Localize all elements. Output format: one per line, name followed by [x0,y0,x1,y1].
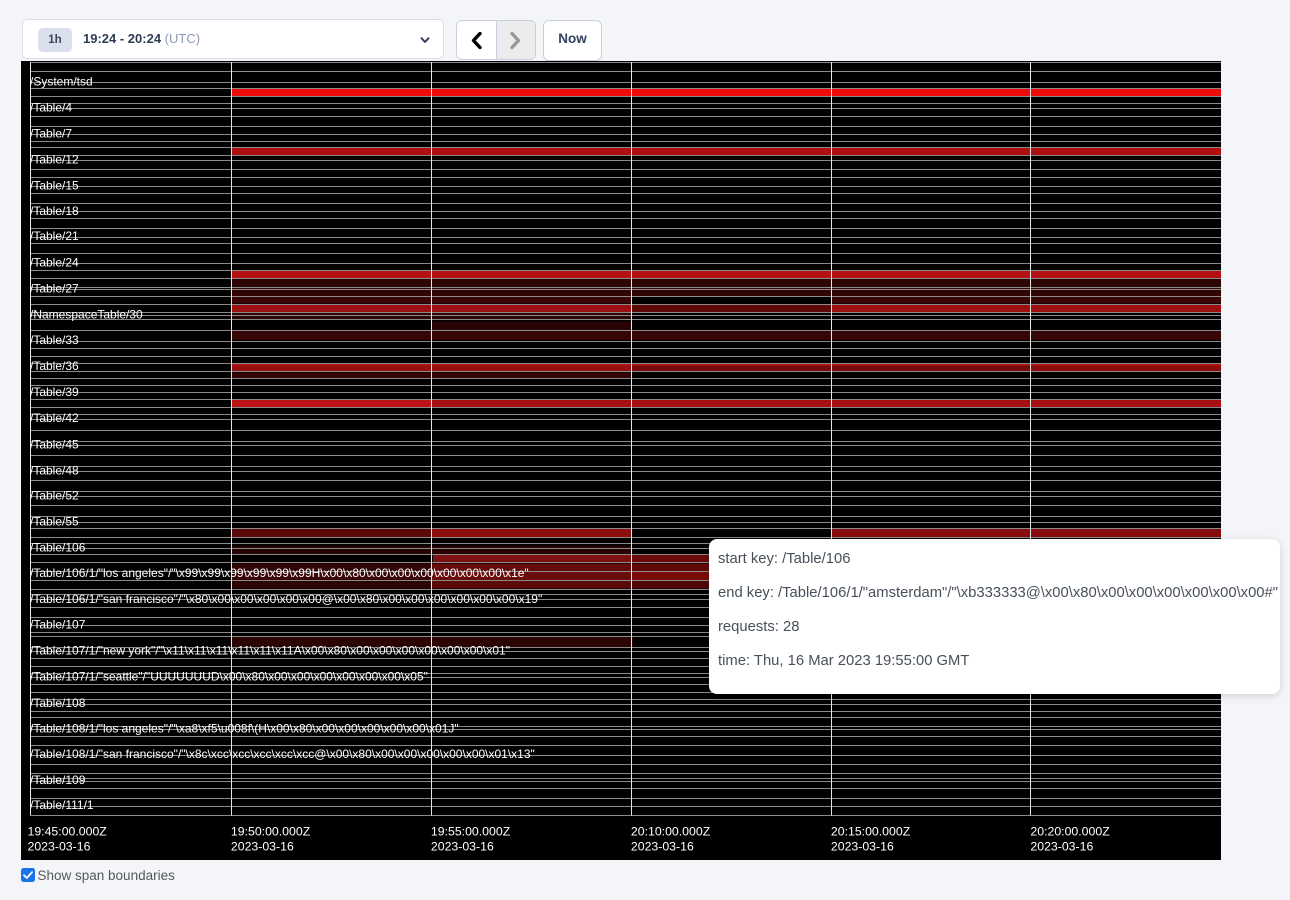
svg-text:/Table/107/1/"new york"/"\x11\: /Table/107/1/"new york"/"\x11\x11\x11\x1… [30,644,510,658]
svg-text:20:10:00.000Z: 20:10:00.000Z [631,825,711,839]
svg-text:/Table/21: /Table/21 [30,229,79,243]
svg-text:19:45:00.000Z: 19:45:00.000Z [28,825,108,839]
svg-text:/Table/106: /Table/106 [30,541,86,555]
svg-text:/Table/45: /Table/45 [30,438,79,452]
svg-text:/Table/15: /Table/15 [30,179,79,193]
svg-text:2023-03-16: 2023-03-16 [1030,840,1093,854]
svg-text:/Table/111/1: /Table/111/1 [30,798,94,812]
svg-text:/Table/107: /Table/107 [30,618,86,632]
svg-text:/Table/48: /Table/48 [30,464,79,478]
svg-text:/System/tsd: /System/tsd [30,75,93,89]
svg-text:2023-03-16: 2023-03-16 [431,840,494,854]
svg-text:20:20:00.000Z: 20:20:00.000Z [1030,825,1110,839]
svg-text:/Table/24: /Table/24 [30,256,79,270]
svg-text:2023-03-16: 2023-03-16 [231,840,294,854]
svg-text:/NamespaceTable/30: /NamespaceTable/30 [30,307,143,321]
svg-text:/Table/18: /Table/18 [30,204,79,218]
svg-text:/Table/107/1/"seattle"/"UUUUUU: /Table/107/1/"seattle"/"UUUUUUUD\x00\x80… [30,669,428,683]
svg-text:19:50:00.000Z: 19:50:00.000Z [231,825,311,839]
svg-text:/Table/4: /Table/4 [30,101,72,115]
svg-text:/Table/27: /Table/27 [30,282,79,296]
svg-text:/Table/7: /Table/7 [30,126,72,140]
svg-text:/Table/12: /Table/12 [30,153,79,167]
svg-text:/Table/108/1/"los angeles"/"\x: /Table/108/1/"los angeles"/"\xa8\xf5\u00… [30,722,459,736]
svg-text:2023-03-16: 2023-03-16 [631,840,694,854]
svg-text:/Table/109: /Table/109 [30,773,86,787]
svg-text:2023-03-16: 2023-03-16 [28,840,91,854]
svg-text:/Table/106/1/"san francisco"/": /Table/106/1/"san francisco"/"\x80\x00\x… [30,592,542,606]
svg-text:/Table/42: /Table/42 [30,411,79,425]
svg-text:/Table/108: /Table/108 [30,696,86,710]
svg-text:/Table/52: /Table/52 [30,489,79,503]
svg-text:20:15:00.000Z: 20:15:00.000Z [831,825,911,839]
svg-text:/Table/55: /Table/55 [30,515,79,529]
svg-text:/Table/33: /Table/33 [30,333,79,347]
svg-text:2023-03-16: 2023-03-16 [831,840,894,854]
svg-text:/Table/36: /Table/36 [30,359,79,373]
svg-text:/Table/106/1/"los angeles"/"\x: /Table/106/1/"los angeles"/"\x99\x99\x99… [30,566,529,580]
svg-text:/Table/108/1/"san francisco"/": /Table/108/1/"san francisco"/"\x8c\xcc\x… [30,747,535,761]
svg-text:/Table/39: /Table/39 [30,385,79,399]
svg-text:19:55:00.000Z: 19:55:00.000Z [431,825,511,839]
